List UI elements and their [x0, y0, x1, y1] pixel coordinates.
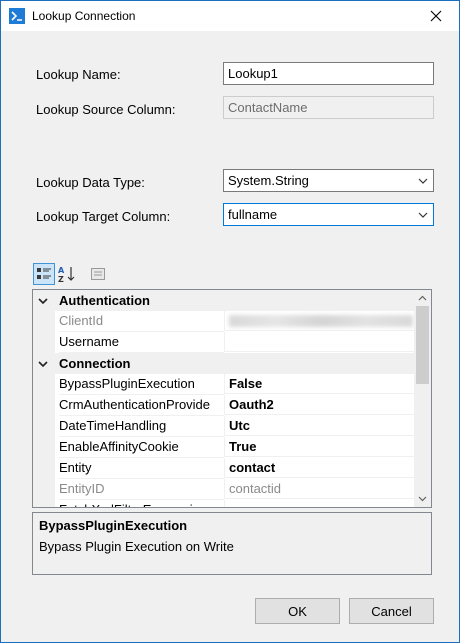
property-value[interactable]: Oauth2	[224, 395, 415, 415]
lookup-target-column-select[interactable]: fullname	[223, 203, 434, 226]
lookup-target-column-label: Lookup Target Column:	[36, 209, 171, 224]
lookup-data-type-label: Lookup Data Type:	[36, 175, 145, 190]
description-text: Bypass Plugin Execution on Write	[39, 539, 234, 554]
property-row-crmauthenticationprovider[interactable]: CrmAuthenticationProvide Oauth2	[33, 395, 415, 416]
collapse-icon[interactable]	[38, 359, 48, 369]
property-name: Entity	[59, 458, 224, 479]
property-row-bypasspluginexecution[interactable]: BypassPluginExecution False	[33, 374, 415, 395]
property-row-datetimehandling[interactable]: DateTimeHandling Utc	[33, 416, 415, 437]
svg-text:A: A	[58, 266, 65, 275]
property-name: DateTimeHandling	[59, 416, 224, 437]
vertical-scrollbar[interactable]	[414, 290, 431, 507]
property-value[interactable]: contact	[224, 458, 415, 478]
property-value[interactable]	[224, 500, 415, 507]
property-name: ClientId	[59, 311, 224, 332]
alphabetical-button[interactable]: AZ	[56, 263, 78, 285]
lookup-connection-dialog: Lookup Connection Lookup Name: Lookup1 L…	[0, 0, 460, 643]
property-name: Username	[59, 332, 224, 353]
lookup-target-column-value: fullname	[228, 207, 278, 222]
property-value	[224, 311, 415, 331]
app-logo-icon	[9, 8, 25, 24]
scrollbar-thumb[interactable]	[416, 306, 429, 384]
svg-text:Z: Z	[58, 275, 64, 283]
property-value: contactid	[224, 479, 415, 499]
property-value[interactable]: True	[224, 437, 415, 457]
chevron-down-icon	[418, 212, 428, 218]
property-row-entityid[interactable]: EntityID contactid	[33, 479, 415, 500]
property-row-username[interactable]: Username	[33, 332, 415, 353]
property-value[interactable]	[224, 332, 415, 352]
property-row-clientid[interactable]: ClientId	[33, 311, 415, 332]
category-row-authentication[interactable]: Authentication	[33, 290, 415, 311]
property-name: CrmAuthenticationProvide	[59, 395, 224, 416]
category-row-connection[interactable]: Connection	[33, 353, 415, 374]
property-row-fetchxmlfilterexpression[interactable]: FetchXmlFilterExpression	[33, 500, 415, 507]
cancel-button[interactable]: Cancel	[349, 598, 434, 624]
chevron-down-icon	[418, 178, 428, 184]
description-panel: BypassPluginExecution Bypass Plugin Exec…	[32, 512, 432, 575]
title-bar: Lookup Connection	[1, 1, 459, 31]
categorized-icon	[37, 268, 51, 279]
redacted-value	[229, 315, 413, 327]
scroll-up-icon[interactable]	[418, 294, 427, 303]
sort-az-icon: AZ	[58, 266, 75, 283]
close-icon	[430, 10, 442, 22]
categorized-button[interactable]	[33, 263, 55, 285]
property-name: FetchXmlFilterExpression	[59, 500, 224, 507]
property-grid[interactable]: Authentication ClientId Username Connect…	[32, 289, 432, 508]
property-pages-button[interactable]	[87, 263, 109, 285]
property-name: EntityID	[59, 479, 224, 500]
property-value[interactable]: False	[224, 374, 415, 394]
lookup-name-label: Lookup Name:	[36, 67, 121, 82]
window-title: Lookup Connection	[32, 9, 136, 23]
lookup-source-column-label: Lookup Source Column:	[36, 102, 176, 117]
collapse-icon[interactable]	[38, 296, 48, 306]
property-row-enableaffinitycookie[interactable]: EnableAffinityCookie True	[33, 437, 415, 458]
lookup-source-column-input: ContactName	[223, 96, 434, 119]
description-title: BypassPluginExecution	[39, 518, 188, 533]
property-name: EnableAffinityCookie	[59, 437, 224, 458]
ok-button[interactable]: OK	[255, 598, 340, 624]
lookup-name-input[interactable]: Lookup1	[223, 62, 434, 85]
lookup-data-type-value: System.String	[228, 173, 309, 188]
property-row-entity[interactable]: Entity contact	[33, 458, 415, 479]
property-name: BypassPluginExecution	[59, 374, 224, 395]
category-name: Connection	[59, 356, 131, 371]
scroll-down-icon[interactable]	[418, 494, 427, 503]
category-name: Authentication	[59, 293, 150, 308]
property-pages-icon	[91, 268, 105, 280]
lookup-data-type-select[interactable]: System.String	[223, 169, 434, 192]
close-button[interactable]	[413, 1, 459, 31]
property-value[interactable]: Utc	[224, 416, 415, 436]
